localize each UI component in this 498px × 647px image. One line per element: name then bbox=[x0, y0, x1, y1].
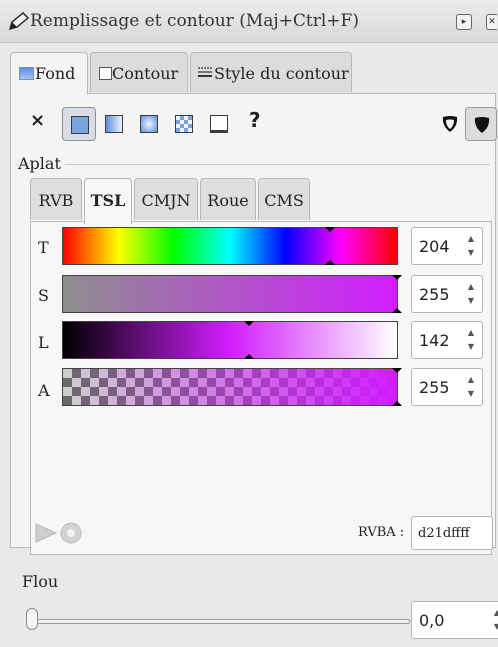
tab-cmjn[interactable]: CMJN bbox=[134, 178, 198, 220]
blur-value: 0,0 bbox=[419, 611, 445, 630]
fill-stroke-pen-icon bbox=[8, 12, 30, 31]
hue-marker-top bbox=[325, 227, 335, 232]
fill-rule-nonzero-icon bbox=[474, 117, 490, 133]
tab-stroke[interactable]: Contour bbox=[90, 52, 188, 92]
alpha-marker-top bbox=[392, 368, 402, 373]
lightness-marker-bottom bbox=[244, 354, 254, 359]
swatch-icon[interactable] bbox=[202, 107, 236, 141]
tab-fill[interactable]: Fond bbox=[10, 52, 88, 95]
fill-rule-evenodd-icon[interactable] bbox=[440, 114, 460, 134]
spin-arrows-icon[interactable]: ▲ ▼ bbox=[466, 232, 476, 260]
spin-arrows-icon[interactable]: ▲ ▼ bbox=[466, 326, 476, 354]
unset-paint-icon[interactable]: ? bbox=[249, 108, 261, 132]
aplat-label: Aplat bbox=[18, 154, 65, 173]
window-title: Remplissage et contour (Maj+Ctrl+F) bbox=[30, 11, 359, 31]
alpha-marker-bottom bbox=[392, 401, 402, 406]
blur-slider-handle[interactable] bbox=[26, 608, 38, 630]
fill-rule-nonzero-button[interactable] bbox=[465, 107, 497, 141]
tab-strip: Fond Contour Style du contour bbox=[10, 52, 496, 95]
lightness-value: 142 bbox=[419, 331, 450, 350]
blur-spinbutton[interactable]: 0,0 ▲ ▼ bbox=[411, 601, 498, 639]
fill-swatch-icon bbox=[19, 67, 34, 80]
saturation-slider[interactable] bbox=[62, 275, 402, 313]
blur-label: Flou bbox=[22, 572, 59, 591]
tab-tsl[interactable]: TSL bbox=[84, 178, 132, 224]
linear-gradient-icon[interactable] bbox=[97, 107, 131, 141]
rvba-input[interactable]: d21dffff bbox=[411, 516, 493, 550]
hue-marker-bottom bbox=[325, 260, 335, 265]
alpha-slider[interactable] bbox=[62, 368, 402, 406]
stroke-style-icon bbox=[198, 67, 212, 77]
spin-arrows-icon[interactable]: ▲ ▼ bbox=[492, 606, 498, 634]
alpha-spinbutton[interactable]: 255 ▲ ▼ bbox=[411, 368, 483, 406]
tab-stroke-label: Contour bbox=[112, 64, 179, 83]
lightness-slider[interactable] bbox=[62, 321, 398, 359]
color-managed-icon[interactable] bbox=[59, 521, 83, 545]
hue-value: 204 bbox=[419, 237, 450, 256]
blur-slider-track[interactable] bbox=[30, 619, 410, 624]
slider-label-t: T bbox=[38, 238, 49, 257]
rvba-label: RVBA : bbox=[358, 525, 405, 540]
stroke-swatch-icon bbox=[99, 67, 112, 80]
tab-stroke-style-label: Style du contour bbox=[214, 64, 349, 83]
tab-cms[interactable]: CMS bbox=[258, 178, 310, 220]
color-picker-icon[interactable] bbox=[34, 522, 58, 544]
saturation-spinbutton[interactable]: 255 ▲ ▼ bbox=[411, 275, 483, 313]
tab-stroke-style[interactable]: Style du contour bbox=[190, 52, 352, 92]
slider-label-l: L bbox=[38, 333, 49, 352]
saturation-marker-bottom bbox=[392, 308, 402, 313]
spin-arrows-icon[interactable]: ▲ ▼ bbox=[466, 280, 476, 308]
spin-arrows-icon[interactable]: ▲ ▼ bbox=[466, 373, 476, 401]
saturation-marker-top bbox=[392, 275, 402, 280]
slider-label-s: S bbox=[38, 286, 49, 305]
title-bar: Remplissage et contour (Maj+Ctrl+F) ▸ ✕ bbox=[0, 0, 498, 43]
tab-rvb[interactable]: RVB bbox=[30, 178, 82, 220]
aplat-frame-line bbox=[16, 164, 490, 165]
flat-color-icon[interactable] bbox=[62, 107, 96, 141]
saturation-value: 255 bbox=[419, 285, 450, 304]
dock-restore-icon[interactable]: ▸ bbox=[456, 14, 472, 30]
hue-spinbutton[interactable]: 204 ▲ ▼ bbox=[411, 227, 483, 265]
tab-fill-label: Fond bbox=[35, 64, 76, 83]
lightness-spinbutton[interactable]: 142 ▲ ▼ bbox=[411, 321, 483, 359]
alpha-value: 255 bbox=[419, 378, 450, 397]
slider-label-a: A bbox=[38, 381, 50, 400]
close-icon[interactable]: ✕ bbox=[486, 14, 497, 30]
tab-roue[interactable]: Roue bbox=[200, 178, 256, 220]
no-paint-icon[interactable]: × bbox=[30, 110, 45, 131]
lightness-marker-top bbox=[244, 321, 254, 326]
pattern-icon[interactable] bbox=[167, 107, 201, 141]
radial-gradient-icon[interactable] bbox=[132, 107, 166, 141]
hue-slider[interactable] bbox=[62, 227, 398, 265]
